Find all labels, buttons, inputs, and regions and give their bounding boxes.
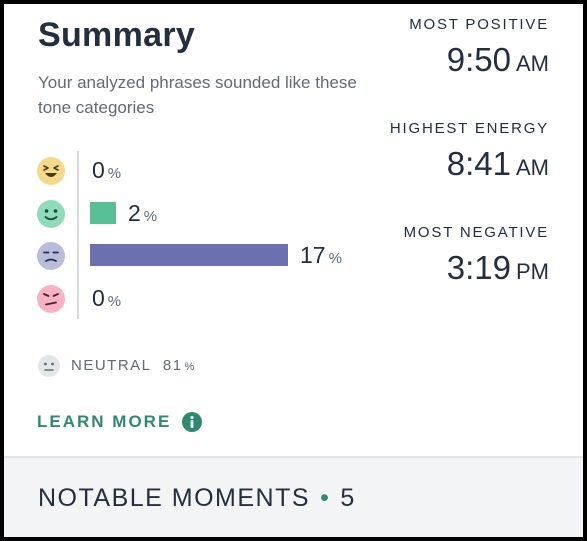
tone-percent: 2% [128, 200, 157, 227]
learn-more-label: LEARN MORE [37, 412, 172, 431]
moment-time-value: 8:41 [446, 145, 511, 182]
percent-unit: % [107, 165, 122, 182]
moment-time: 9:50 AM [409, 41, 549, 79]
tone-value: 2 [128, 200, 141, 226]
tone-bar [90, 202, 116, 224]
tone-value: 17 [300, 242, 326, 268]
neutral-text: NEUTRAL [71, 357, 152, 374]
laughing-face-icon [37, 157, 65, 185]
highest-energy-moment[interactable]: HIGHEST ENERGY 8:41 AM [390, 120, 549, 183]
notable-moments-count: 5 [340, 484, 356, 512]
summary-subtitle: Your analyzed phrases sounded like these… [38, 73, 357, 117]
moment-time: 8:41 AM [390, 145, 549, 183]
notable-moments-section: NOTABLE MOMENTS • 5 [4, 458, 583, 537]
tone-value: 0 [92, 157, 105, 183]
tone-value: 0 [92, 285, 105, 311]
percent-unit: % [328, 250, 342, 267]
tone-percent: 17% [300, 242, 342, 269]
moment-ampm: AM [516, 51, 549, 76]
info-icon[interactable] [181, 411, 203, 433]
smiling-face-icon [37, 200, 65, 228]
most-negative-moment[interactable]: MOST NEGATIVE 3:19 PM [404, 224, 549, 287]
notable-moments-label: NOTABLE MOMENTS [38, 484, 311, 512]
tone-percent: 0% [92, 157, 121, 184]
moment-label: HIGHEST ENERGY [389, 120, 549, 137]
moment-ampm: PM [516, 259, 549, 284]
percent-unit: % [184, 361, 195, 373]
most-positive-moment[interactable]: MOST POSITIVE 9:50 AM [409, 16, 549, 79]
moment-time-value: 9:50 [446, 41, 511, 78]
summary-title: Summary [38, 16, 196, 54]
chart-axis [77, 151, 79, 319]
tone-bar [90, 244, 288, 266]
tone-percent: 0% [92, 285, 121, 312]
annoyed-face-icon [37, 285, 65, 313]
sad-face-icon [37, 242, 65, 270]
moment-label: MOST POSITIVE [409, 16, 549, 33]
tone-summary-card: Summary Your analyzed phrases sounded li… [0, 0, 587, 541]
moment-ampm: AM [516, 155, 549, 180]
neutral-label: NEUTRAL 81% [71, 357, 194, 374]
moment-time: 3:19 PM [404, 249, 549, 287]
notable-moments-button[interactable]: NOTABLE MOMENTS • 5 [38, 484, 356, 513]
moment-time-value: 3:19 [446, 249, 511, 286]
learn-more-link[interactable]: LEARN MORE [37, 408, 203, 436]
moment-label: MOST NEGATIVE [403, 224, 549, 241]
neutral-value: 81 [162, 357, 183, 374]
neutral-face-icon [38, 355, 60, 377]
percent-unit: % [143, 208, 158, 225]
percent-unit: % [107, 293, 122, 310]
separator-dot: • [320, 484, 331, 512]
